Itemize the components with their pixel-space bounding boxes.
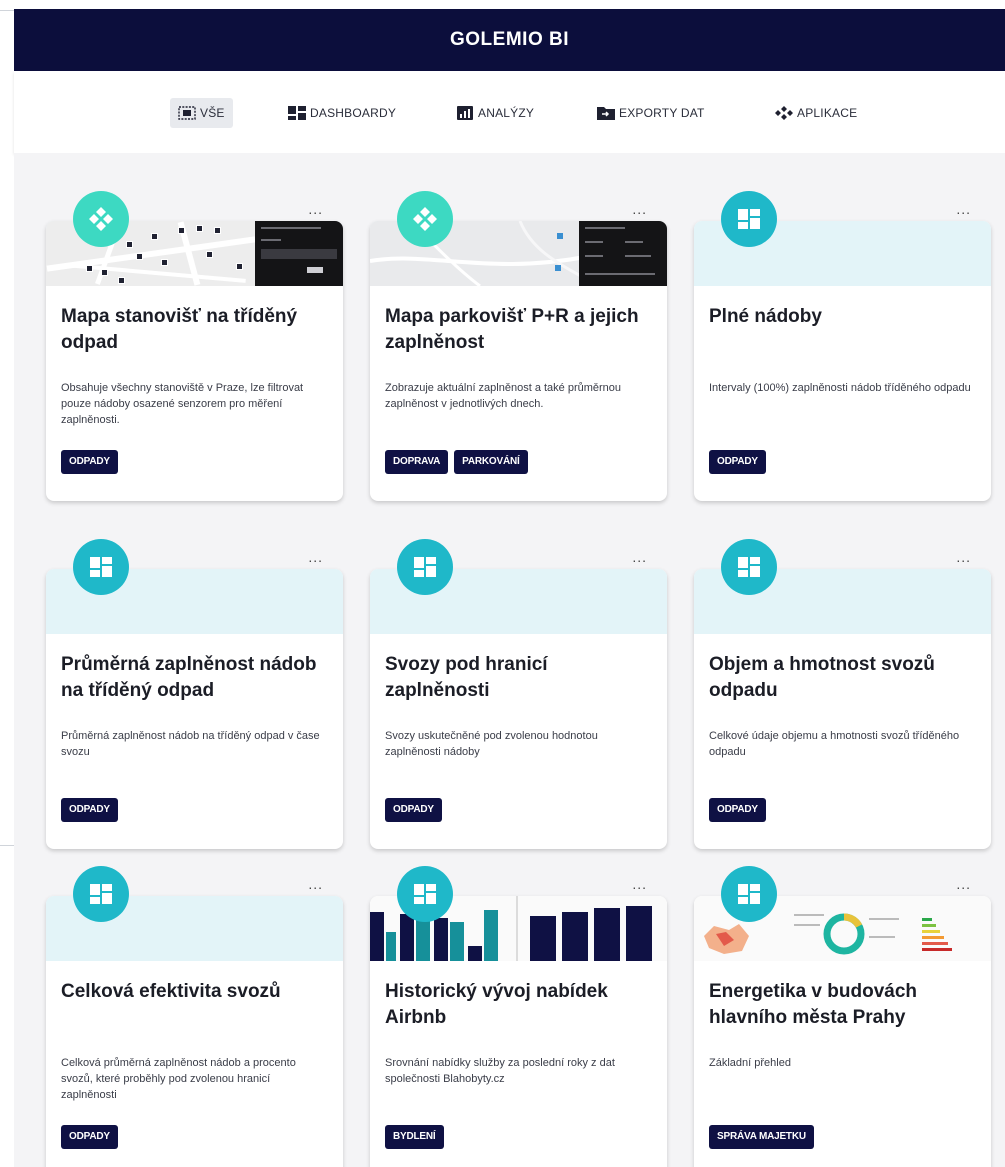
dashboard-badge-icon [73,866,129,922]
card-tags: ODPADY [709,798,976,849]
filter-analyses[interactable]: ANALÝZY [448,98,542,128]
tag-chip[interactable]: ODPADY [709,798,766,822]
dashboard-icon [288,106,306,120]
filter-label: VŠE [200,106,225,120]
card-prumerna-zaplnenost[interactable]: Průměrná zaplněnost nádob na tříděný odp… [46,569,343,849]
more-options-icon[interactable]: ... [308,202,323,216]
dashboard-badge-icon [73,539,129,595]
card-mapa-parkovist[interactable]: Mapa parkovišť P+R a jejich zaplněnost Z… [370,221,667,501]
card-tags: SPRÁVA MAJETKU [709,1125,976,1167]
filter-exports[interactable]: EXPORTY DAT [589,98,713,128]
app-badge-icon [73,191,129,247]
tag-chip[interactable]: ODPADY [709,450,766,474]
app-title: GOLEMIO BI [450,29,569,50]
card-tags: ODPADY [61,450,328,501]
app-header: GOLEMIO BI [14,9,1005,71]
more-options-icon[interactable]: ... [632,550,647,564]
card-tags: BYDLENÍ [385,1125,652,1167]
card-description: Základní přehled [709,1057,791,1069]
card-description: Zobrazuje aktuální zaplněnost a také prů… [385,382,622,410]
card-title: Svozy pod hranicí zaplněnosti [385,654,548,701]
card-description: Celkové údaje objemu a hmotnosti svozů t… [709,730,960,758]
tag-chip[interactable]: ODPADY [385,798,442,822]
dashboard-badge-icon [397,539,453,595]
app-badge-icon [397,191,453,247]
tag-chip[interactable]: DOPRAVA [385,450,449,474]
more-options-icon[interactable]: ... [308,550,323,564]
card-title: Objem a hmotnost svozů odpadu [709,654,935,701]
card-description: Obsahuje všechny stanoviště v Praze, lze… [61,382,304,426]
export-icon [597,107,615,120]
dashboard-badge-icon [721,866,777,922]
more-options-icon[interactable]: ... [308,877,323,891]
filter-dashboards[interactable]: DASHBOARDY [280,98,404,128]
card-objem-hmotnost[interactable]: Objem a hmotnost svozů odpadu Celkové úd… [694,569,991,849]
card-tags: ODPADY [61,1125,328,1167]
card-description: Průměrná zaplněnost nádob na tříděný odp… [61,730,320,758]
more-options-icon[interactable]: ... [956,877,971,891]
more-options-icon[interactable]: ... [956,550,971,564]
card-historicky-vyvoj-airbnb[interactable]: Historický vývoj nabídek Airbnb Srovnání… [370,896,667,1167]
filter-all[interactable]: VŠE [170,98,233,128]
card-title: Plné nádoby [709,306,822,327]
all-icon [178,106,196,120]
more-options-icon[interactable]: ... [632,877,647,891]
card-description: Srovnání nabídky služby za poslední roky… [385,1057,615,1085]
more-options-icon[interactable]: ... [956,202,971,216]
card-tags: ODPADY [709,450,976,501]
top-divider [0,10,14,11]
tag-chip[interactable]: SPRÁVA MAJETKU [709,1125,814,1149]
app-icon [775,106,793,120]
dashboard-badge-icon [397,866,453,922]
filter-bar: VŠE DASHBOARDY ANALÝZY EXPORTY DAT APLIK… [14,71,1005,153]
tag-chip[interactable]: PARKOVÁNÍ [454,450,528,474]
card-plne-nadoby[interactable]: Plné nádoby Intervaly (100%) zaplněnosti… [694,221,991,501]
dashboard-badge-icon [721,539,777,595]
card-title: Mapa parkovišť P+R a jejich zaplněnost [385,306,639,353]
card-mapa-stanovist[interactable]: Mapa stanovišť na tříděný odpad Obsahuje… [46,221,343,501]
filter-label: EXPORTY DAT [619,106,705,120]
filter-label: DASHBOARDY [310,106,397,120]
filter-label: APLIKACE [797,106,858,120]
dashboard-panel-preview [255,221,343,286]
card-description: Celková průměrná zaplněnost nádob a proc… [61,1057,296,1101]
filter-label: ANALÝZY [478,106,535,120]
tag-chip[interactable]: BYDLENÍ [385,1125,444,1149]
tag-chip[interactable]: ODPADY [61,450,118,474]
card-tags: ODPADY [385,798,652,849]
card-title: Celková efektivita svozů [61,981,281,1002]
left-divider [0,845,14,846]
filter-apps[interactable]: APLIKACE [767,98,865,128]
card-energetika-v-budovach[interactable]: Energetika v budovách hlavního města Pra… [694,896,991,1167]
card-title: Historický vývoj nabídek Airbnb [385,981,608,1028]
card-description: Intervaly (100%) zaplněnosti nádob třídě… [709,382,971,394]
dashboard-badge-icon [721,191,777,247]
card-title: Průměrná zaplněnost nádob na tříděný odp… [61,654,317,701]
card-celkova-efektivita[interactable]: Celková efektivita svozů Celková průměrn… [46,896,343,1167]
analysis-icon [457,106,473,120]
card-title: Mapa stanovišť na tříděný odpad [61,306,298,353]
more-options-icon[interactable]: ... [632,202,647,216]
card-tags: DOPRAVA PARKOVÁNÍ [385,450,652,501]
card-svozy-pod-hranici[interactable]: Svozy pod hranicí zaplněnosti Svozy usku… [370,569,667,849]
card-description: Svozy uskutečněné pod zvolenou hodnotou … [385,730,598,758]
card-title: Energetika v budovách hlavního města Pra… [709,981,918,1028]
card-grid: ... Mapa stanovišť na tříděný odpad Obsa… [14,153,1005,1167]
tag-chip[interactable]: ODPADY [61,1125,118,1149]
card-tags: ODPADY [61,798,328,849]
tag-chip[interactable]: ODPADY [61,798,118,822]
dashboard-panel-preview [579,221,667,286]
